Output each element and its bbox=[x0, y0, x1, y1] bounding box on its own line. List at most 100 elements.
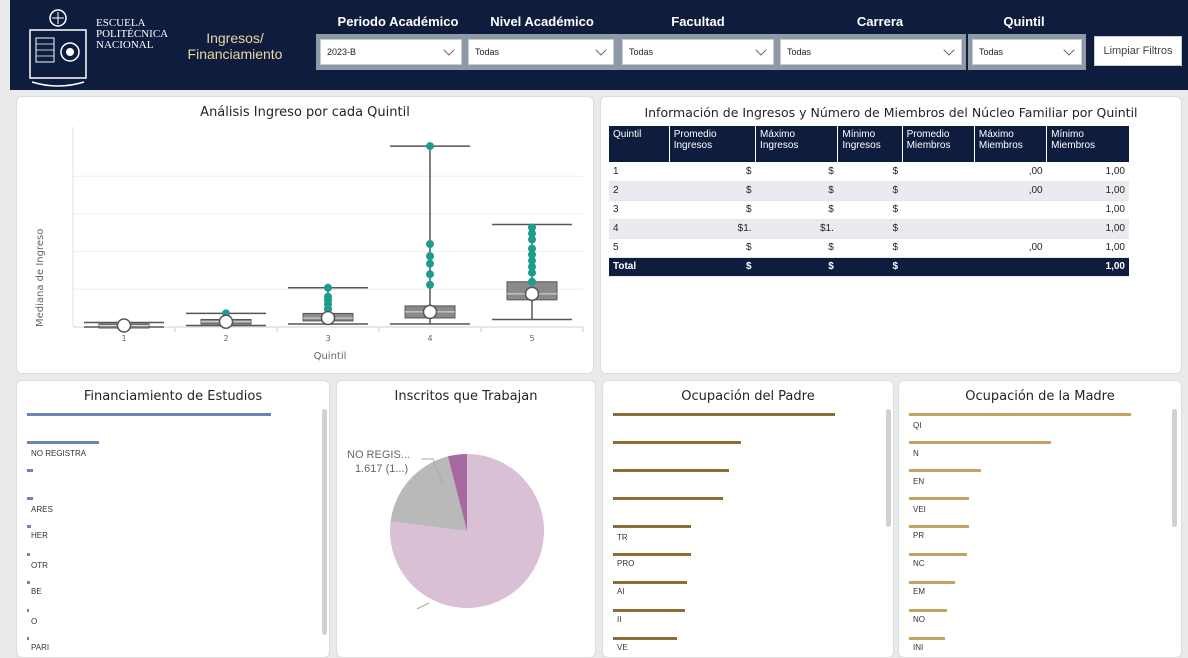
bar[interactable] bbox=[27, 637, 29, 640]
table-row[interactable]: 4 $1. $1. $1,00 bbox=[609, 219, 1129, 239]
table-row[interactable]: 3 $ $ $1,00 bbox=[609, 200, 1129, 220]
table-cell: $ bbox=[755, 238, 838, 258]
bar-label: EM bbox=[913, 587, 925, 596]
table-cell: 1,00 bbox=[1046, 200, 1129, 220]
bar[interactable] bbox=[613, 609, 685, 612]
median-marker bbox=[116, 318, 132, 333]
bar-label: OTR bbox=[31, 561, 48, 570]
table-row[interactable]: 2 $ $ $ ,00 1,00 bbox=[609, 181, 1129, 201]
bar[interactable] bbox=[909, 441, 1051, 444]
boxplot-panel: Análisis Ingreso por cada Quintil Median… bbox=[16, 96, 594, 374]
outlier-point bbox=[426, 252, 434, 261]
table-cell: ,00 bbox=[974, 162, 1047, 182]
table-cell: 3 bbox=[609, 200, 670, 220]
bar[interactable] bbox=[909, 413, 1131, 416]
bar-label: PRO bbox=[617, 559, 635, 568]
bar[interactable] bbox=[27, 525, 31, 528]
table-cell: 1,00 bbox=[1046, 257, 1129, 277]
bar-label: NO REGISTRA bbox=[31, 449, 87, 458]
table-cell: $ bbox=[669, 200, 756, 220]
filter-facultad-select[interactable]: Todas bbox=[622, 39, 774, 65]
filter-nivel: Todas bbox=[464, 34, 618, 70]
bar[interactable] bbox=[909, 609, 947, 612]
bar-label: NO bbox=[913, 615, 925, 624]
table-cell: $ bbox=[837, 219, 903, 239]
bar[interactable] bbox=[613, 637, 677, 640]
bar[interactable] bbox=[909, 581, 955, 584]
bar[interactable] bbox=[909, 497, 969, 500]
col-header[interactable]: Máximo Ingresos bbox=[755, 126, 839, 162]
table-cell: 1,00 bbox=[1046, 162, 1129, 182]
outlier-point bbox=[324, 292, 332, 301]
col-header[interactable]: Promedio Miembros bbox=[902, 126, 975, 162]
bar[interactable] bbox=[27, 497, 33, 500]
table-row[interactable]: 5 $ $ $ ,00 1,00 bbox=[609, 238, 1129, 258]
padre-panel: Ocupación del Padre TR PRO AI II VE bbox=[602, 380, 894, 658]
table-cell: $ bbox=[669, 181, 756, 201]
clear-filters-button[interactable]: Limpiar Filtros bbox=[1094, 36, 1182, 66]
bar-label: O bbox=[31, 617, 38, 626]
filter-value: Todas bbox=[629, 47, 654, 57]
bar[interactable] bbox=[613, 413, 835, 416]
filter-carrera-select[interactable]: Todas bbox=[780, 39, 962, 65]
bar[interactable] bbox=[613, 553, 691, 556]
bar[interactable] bbox=[613, 441, 741, 444]
epn-logo-icon bbox=[29, 9, 87, 87]
table-cell: $ bbox=[837, 162, 903, 182]
pie-leader-line bbox=[416, 602, 430, 610]
outlier-point bbox=[426, 240, 434, 249]
outlier-point bbox=[426, 259, 434, 268]
chevron-down-icon bbox=[943, 44, 955, 56]
table-cell: 5 bbox=[609, 238, 670, 258]
scrollbar[interactable] bbox=[886, 409, 891, 527]
bar[interactable] bbox=[27, 469, 33, 472]
pie-chart bbox=[390, 454, 544, 610]
bar[interactable] bbox=[613, 497, 723, 500]
bar[interactable] bbox=[909, 469, 981, 472]
bar-label: HER bbox=[31, 531, 48, 540]
bar[interactable] bbox=[27, 441, 99, 444]
table-cell: 2 bbox=[609, 181, 670, 201]
filter-nivel-select[interactable]: Todas bbox=[468, 39, 614, 65]
col-header[interactable]: Máximo Miembros bbox=[974, 126, 1048, 162]
table-cell bbox=[902, 181, 975, 201]
x-tick-label: 3 bbox=[325, 334, 330, 343]
table-row[interactable]: 1 $ $ $ ,00 1,00 bbox=[609, 162, 1129, 182]
bar[interactable] bbox=[27, 581, 30, 584]
table-cell: $ bbox=[669, 257, 756, 277]
table-cell bbox=[902, 162, 975, 182]
boxplot-chart: Mediana de Ingreso Quintil 1 2 3 4 5 bbox=[35, 127, 584, 362]
scrollbar[interactable] bbox=[322, 409, 327, 635]
table-cell: ,00 bbox=[974, 181, 1047, 201]
filter-quintil-select[interactable]: Todas bbox=[972, 39, 1082, 65]
y-axis-label: Mediana de Ingreso bbox=[35, 229, 46, 327]
bar[interactable] bbox=[27, 609, 29, 612]
header-bar: ESCUELA POLITÉCNICA NACIONAL Ingresos/ F… bbox=[10, 0, 1188, 90]
bar-label: EN bbox=[913, 477, 925, 486]
bar[interactable] bbox=[613, 581, 687, 584]
filter-value: Todas bbox=[787, 47, 812, 57]
table-cell: ,00 bbox=[974, 238, 1047, 258]
scrollbar[interactable] bbox=[1172, 409, 1177, 527]
bar[interactable] bbox=[27, 413, 271, 416]
table-header-row: Quintil Promedio Ingresos Máximo Ingreso… bbox=[609, 126, 1129, 162]
median-marker bbox=[218, 314, 234, 329]
col-header[interactable]: Promedio Ingresos bbox=[669, 126, 757, 162]
bar[interactable] bbox=[27, 553, 30, 556]
bar-label: BE bbox=[31, 587, 42, 596]
outlier-point bbox=[528, 223, 536, 232]
bar[interactable] bbox=[613, 525, 691, 528]
table-cell: $ bbox=[755, 200, 838, 220]
col-header[interactable]: Mínimo Ingresos bbox=[837, 126, 903, 162]
dashboard: ESCUELA POLITÉCNICA NACIONAL Ingresos/ F… bbox=[0, 0, 1188, 658]
filter-periodo-select[interactable]: 2023-B bbox=[320, 39, 462, 65]
col-header[interactable]: Quintil bbox=[609, 126, 670, 162]
median-marker bbox=[422, 304, 438, 320]
bar[interactable] bbox=[613, 469, 729, 472]
bar[interactable] bbox=[909, 637, 945, 640]
bar[interactable] bbox=[909, 525, 969, 528]
table-cell: 1,00 bbox=[1046, 181, 1129, 201]
table-cell: $ bbox=[755, 181, 838, 201]
col-header[interactable]: Mínimo Miembros bbox=[1046, 126, 1129, 162]
bar[interactable] bbox=[909, 553, 967, 556]
